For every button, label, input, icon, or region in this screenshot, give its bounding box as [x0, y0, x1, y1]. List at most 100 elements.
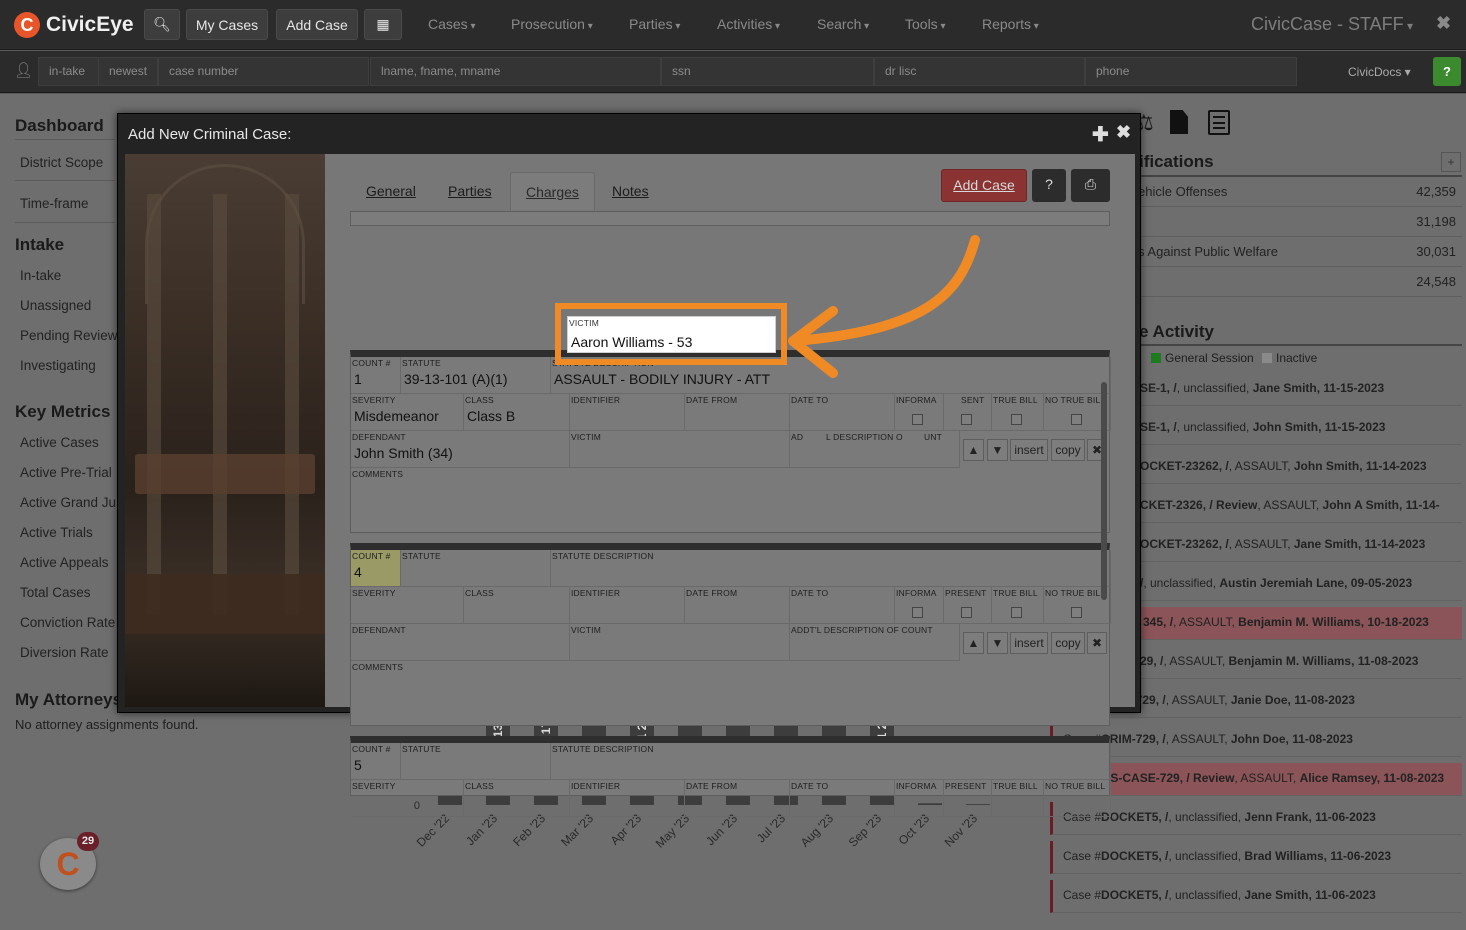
- class-field[interactable]: CLASS: [464, 780, 570, 817]
- victim-field[interactable]: VICTIM Aaron Williams - 53: [567, 316, 776, 353]
- no-true-bill-field[interactable]: NO TRUE BILL: [1044, 780, 1111, 817]
- time-frame-link[interactable]: Time-frame: [20, 196, 89, 211]
- search-button[interactable]: 🔍︎: [144, 9, 180, 40]
- copy-button[interactable]: copy: [1051, 439, 1085, 461]
- menu-prosecution[interactable]: Prosecution: [511, 16, 593, 32]
- help-question-icon[interactable]: ?: [1433, 57, 1461, 86]
- date-to-field[interactable]: DATE TO: [790, 587, 895, 624]
- informa-field[interactable]: INFORMA: [895, 587, 944, 624]
- print-button[interactable]: ⎙: [1071, 169, 1110, 202]
- civicdocs-dropdown[interactable]: CivicDocs ▾: [1348, 65, 1411, 79]
- no-true-bill-checkbox[interactable]: [1071, 607, 1082, 618]
- severity-field[interactable]: SEVERITY: [351, 587, 464, 624]
- present-checkbox[interactable]: [961, 607, 972, 618]
- insert-button[interactable]: insert: [1010, 632, 1048, 654]
- statute-field[interactable]: STATUTE: [401, 550, 551, 587]
- menu-reports[interactable]: Reports: [982, 16, 1039, 32]
- tab-general[interactable]: General: [366, 172, 416, 210]
- date-from-field[interactable]: DATE FROM: [685, 394, 790, 431]
- informa-field[interactable]: INFORMA: [895, 780, 944, 817]
- activity-row[interactable]: Case #DOCKET5, /, unclassified, Jenn Fra…: [1050, 802, 1462, 835]
- true-bill-checkbox[interactable]: [1011, 607, 1022, 618]
- date-to-field[interactable]: DATE TO: [790, 394, 895, 431]
- scrollbar[interactable]: [1101, 382, 1107, 600]
- menu-activities[interactable]: Activities: [717, 16, 780, 32]
- my-cases-button[interactable]: My Cases: [186, 9, 268, 40]
- severity-field[interactable]: SEVERITY: [351, 780, 464, 817]
- district-scope-link[interactable]: District Scope: [20, 155, 103, 170]
- activity-row[interactable]: Case #GS-CASE-729, / Review, ASSAULT, Al…: [1050, 763, 1462, 796]
- present-field[interactable]: PRESENT: [944, 780, 992, 817]
- addtl-description-field[interactable]: ADDT'L DESCRIPTION OF COUNT: [790, 624, 960, 661]
- notifications-button[interactable]: C 29: [40, 832, 99, 890]
- tab-charges[interactable]: Charges: [510, 172, 595, 210]
- move-down-chevron-icon[interactable]: ▼: [987, 439, 1008, 461]
- metric-active-appeals[interactable]: Active Appeals: [20, 555, 109, 570]
- newest-filter[interactable]: newest: [98, 57, 158, 86]
- statute-description-field[interactable]: STATUTE DESCRIPTION: [551, 550, 1111, 587]
- present-checkbox[interactable]: [961, 414, 972, 425]
- menu-parties[interactable]: Parties: [629, 16, 680, 32]
- defendant-field[interactable]: DEFENDANT John Smith (34): [351, 431, 570, 468]
- sidebar-item-investigating[interactable]: Investigating: [20, 358, 96, 373]
- date-from-field[interactable]: DATE FROM: [685, 780, 790, 817]
- metric-active-pretrial[interactable]: Active Pre-Trial: [20, 465, 112, 480]
- severity-field[interactable]: SEVERITY Misdemeanor: [351, 394, 464, 431]
- defendant-field[interactable]: DEFENDANT: [351, 624, 570, 661]
- tab-parties[interactable]: Parties: [448, 172, 492, 210]
- informa-checkbox[interactable]: [912, 607, 923, 618]
- document-icon[interactable]: [1170, 110, 1188, 134]
- menu-search[interactable]: Search: [817, 16, 869, 32]
- count-field[interactable]: COUNT # 4: [351, 550, 401, 587]
- date-from-field[interactable]: DATE FROM: [685, 587, 790, 624]
- informa-checkbox[interactable]: [912, 414, 923, 425]
- true-bill-field[interactable]: TRUE BILL: [992, 394, 1044, 431]
- true-bill-field[interactable]: TRUE BILL: [992, 587, 1044, 624]
- identifier-field[interactable]: IDENTIFIER: [570, 780, 685, 817]
- phone-input[interactable]: phone: [1085, 57, 1297, 86]
- statute-field[interactable]: STATUTE: [401, 743, 551, 780]
- class-field[interactable]: CLASS: [464, 587, 570, 624]
- true-bill-checkbox[interactable]: [1011, 414, 1022, 425]
- expand-plus-icon[interactable]: +: [1441, 152, 1461, 172]
- metric-conviction-rate[interactable]: Conviction Rate: [20, 615, 115, 630]
- remove-x-icon[interactable]: ✖: [1087, 632, 1107, 654]
- menu-tools[interactable]: Tools: [905, 16, 946, 32]
- case-number-input[interactable]: case number: [158, 57, 369, 86]
- identifier-field[interactable]: IDENTIFIER: [570, 587, 685, 624]
- metric-total-cases[interactable]: Total Cases: [20, 585, 91, 600]
- insert-button[interactable]: insert: [1010, 439, 1048, 461]
- modal-close-icon[interactable]: ✖: [1116, 122, 1131, 143]
- victim-cell[interactable]: VICTIM: [570, 624, 790, 661]
- victim-cell[interactable]: VICTIM: [570, 431, 790, 468]
- activity-row[interactable]: Case #DOCKET5, /, unclassified, Jane Smi…: [1050, 880, 1462, 913]
- maximize-plus-icon[interactable]: ✚: [1092, 122, 1109, 147]
- civiceye-logo[interactable]: C CivicEye: [14, 10, 134, 40]
- no-true-bill-checkbox[interactable]: [1071, 414, 1082, 425]
- activity-row[interactable]: Case #DOCKET5, /, unclassified, Brad Wil…: [1050, 841, 1462, 874]
- calculator-button[interactable]: ▦: [364, 9, 402, 40]
- date-to-field[interactable]: DATE TO: [790, 780, 895, 817]
- addtl-description-field[interactable]: AD L DESCRIPTION O UNT: [790, 431, 960, 468]
- book-icon[interactable]: [1208, 110, 1230, 135]
- copy-button[interactable]: copy: [1051, 632, 1085, 654]
- statute-field[interactable]: STATUTE 39-13-101 (A)(1): [401, 357, 551, 394]
- metric-active-cases[interactable]: Active Cases: [20, 435, 99, 450]
- metric-diversion-rate[interactable]: Diversion Rate: [20, 645, 109, 660]
- move-down-chevron-icon[interactable]: ▼: [987, 632, 1008, 654]
- menu-cases[interactable]: Cases: [428, 16, 476, 32]
- comments-field[interactable]: COMMENTS: [351, 661, 1111, 726]
- sidebar-item-pending-review[interactable]: Pending Review: [20, 328, 118, 343]
- brand-dropdown[interactable]: CivicCase - STAFF: [1251, 14, 1413, 35]
- dr-lisc-input[interactable]: dr lisc: [874, 57, 1085, 86]
- tab-notes[interactable]: Notes: [612, 172, 649, 210]
- sidebar-item-unassigned[interactable]: Unassigned: [20, 298, 91, 313]
- count-field[interactable]: COUNT # 5: [351, 743, 401, 780]
- class-field[interactable]: CLASS Class B: [464, 394, 570, 431]
- count-field[interactable]: COUNT # 1: [351, 357, 401, 394]
- true-bill-field[interactable]: TRUE BILL: [992, 780, 1044, 817]
- name-input[interactable]: lname, fname, mname: [370, 57, 661, 86]
- help-button[interactable]: ?: [1032, 169, 1066, 202]
- add-case-nav-button[interactable]: Add Case: [276, 9, 358, 40]
- identifier-field[interactable]: IDENTIFIER: [570, 394, 685, 431]
